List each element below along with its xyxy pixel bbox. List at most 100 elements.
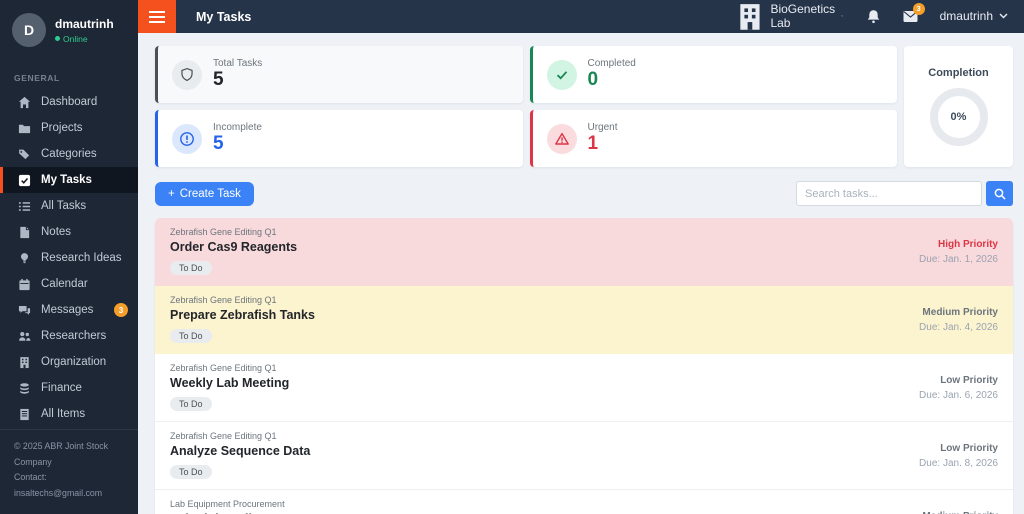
task-row[interactable]: Zebrafish Gene Editing Q1 Analyze Sequenc… <box>155 422 1013 490</box>
chat-icon <box>17 303 31 317</box>
stat-label: Total Tasks <box>213 58 263 70</box>
hamburger-icon <box>149 10 165 23</box>
sidebar-item-label: Researchers <box>41 330 107 342</box>
user-menu[interactable]: dmautrinh <box>940 9 1008 23</box>
messages-count-badge: 3 <box>114 303 128 317</box>
sidebar-item-categories[interactable]: Categories <box>0 141 138 167</box>
sidebar-item-label: Categories <box>41 148 97 160</box>
task-project-label: Zebrafish Gene Editing Q1 <box>170 227 277 237</box>
stat-value: 5 <box>213 133 224 155</box>
users-icon <box>17 329 31 343</box>
search-button[interactable] <box>986 181 1013 206</box>
tags-icon <box>17 147 31 161</box>
task-title: Weekly Lab Meeting <box>170 376 290 390</box>
note-icon <box>17 225 31 239</box>
notifications-bell-button[interactable] <box>866 9 881 24</box>
sidebar-item-label: Notes <box>41 226 72 238</box>
sidebar-item-label: Organization <box>41 356 107 368</box>
sidebar-item-research-ideas[interactable]: Research Ideas <box>0 245 138 271</box>
stat-card-completed: Completed 0 <box>529 46 897 103</box>
sidebar-item-my-tasks[interactable]: My Tasks <box>0 167 138 193</box>
task-priority-label: Medium Priority <box>922 306 998 318</box>
sidebar-item-all-items[interactable]: All Items <box>0 401 138 427</box>
sidebar-item-all-tasks[interactable]: All Tasks <box>0 193 138 219</box>
task-due-date: Due: Jan. 8, 2026 <box>919 457 998 469</box>
building-icon <box>739 3 760 30</box>
stat-value: 1 <box>587 133 599 155</box>
stat-label: Completed <box>587 58 636 70</box>
hamburger-menu-button[interactable] <box>138 0 176 33</box>
task-project-label: Lab Equipment Procurement <box>170 499 285 509</box>
sidebar-item-messages[interactable]: Messages 3 <box>0 297 138 323</box>
plus-icon: + <box>168 187 175 200</box>
sidebar-item-label: All Items <box>41 408 86 420</box>
sidebar-item-organization[interactable]: Organization <box>0 349 138 375</box>
messages-mail-button[interactable]: 3 <box>903 2 925 24</box>
chevron-down-icon <box>841 15 844 18</box>
stat-card-urgent: Urgent 1 <box>529 110 897 167</box>
task-project-label: Zebrafish Gene Editing Q1 <box>170 295 277 305</box>
sidebar-item-projects[interactable]: Projects <box>0 115 138 141</box>
task-list: Zebrafish Gene Editing Q1 Order Cas9 Reag… <box>155 218 1013 514</box>
task-due-date: Due: Jan. 4, 2026 <box>919 321 998 333</box>
stat-value: 0 <box>587 69 599 91</box>
task-title: Order Cas9 Reagents <box>170 240 298 254</box>
task-status-badge: To Do <box>170 329 212 343</box>
stat-value: 5 <box>213 69 224 91</box>
online-status-dot <box>55 36 60 41</box>
task-priority-label: Medium Priority <box>913 511 998 514</box>
task-priority-label: Low Priority <box>940 374 998 386</box>
search-input[interactable] <box>796 181 982 206</box>
sidebar-section-label: GENERAL <box>14 73 60 83</box>
sidebar-item-label: Messages <box>41 304 94 316</box>
page-title: My Tasks <box>196 9 252 24</box>
task-row[interactable]: Zebrafish Gene Editing Q1 Order Cas9 Reag… <box>155 218 1013 286</box>
create-task-label: Create Task <box>179 187 241 200</box>
sidebar-item-label: Calendar <box>41 278 88 290</box>
stat-card-total-tasks: Total Tasks 5 <box>155 46 523 103</box>
task-row[interactable]: Zebrafish Gene Editing Q1 Prepare Zebrafi… <box>155 286 1013 354</box>
task-priority-label: Low Priority <box>940 442 998 454</box>
sidebar-item-label: Research Ideas <box>41 252 122 264</box>
completion-title: Completion <box>928 67 989 79</box>
sidebar-item-finance[interactable]: Finance <box>0 375 138 401</box>
completion-donut: 0% <box>929 88 988 146</box>
task-status-badge: To Do <box>170 261 212 275</box>
mail-badge: 3 <box>912 2 925 15</box>
organization-selector[interactable]: BioGenetics Lab <box>735 2 844 32</box>
chevron-down-icon <box>999 13 1008 19</box>
info-circle-icon <box>180 131 194 146</box>
task-due-date: Due: Jan. 6, 2026 <box>919 389 998 401</box>
sidebar-item-calendar[interactable]: Calendar <box>0 271 138 297</box>
sidebar-item-label: All Tasks <box>41 200 87 212</box>
task-project-label: Zebrafish Gene Editing Q1 <box>170 363 277 373</box>
sidebar-item-researchers[interactable]: Researchers <box>0 323 138 349</box>
warning-icon <box>554 132 569 145</box>
sidebar-item-notes[interactable]: Notes <box>0 219 138 245</box>
task-row[interactable]: Lab Equipment ProcurementSchedule Delive… <box>155 490 1013 514</box>
task-title: Analyze Sequence Data <box>170 444 311 458</box>
folder-icon <box>17 121 31 135</box>
sidebar-username: dmautrinh <box>55 16 114 31</box>
search-icon <box>994 188 1006 200</box>
sidebar-user-block[interactable]: D dmautrinh Online <box>0 0 138 59</box>
avatar: D <box>12 13 46 47</box>
list-icon <box>17 199 31 213</box>
sidebar-item-label: Finance <box>41 382 82 394</box>
bell-icon <box>867 10 879 24</box>
archive-icon <box>17 407 31 421</box>
topbar-username: dmautrinh <box>939 9 993 24</box>
check-square-icon <box>17 173 31 187</box>
sidebar-item-dashboard[interactable]: Dashboard <box>0 89 138 115</box>
sidebar-footer: © 2025 ABR Joint Stock Company Contact: … <box>0 428 138 514</box>
create-task-button[interactable]: + Create Task <box>155 181 254 206</box>
task-row[interactable]: Zebrafish Gene Editing Q1 Weekly Lab Meet… <box>155 354 1013 422</box>
organization-name: BioGenetics Lab <box>770 2 836 31</box>
task-priority-label: High Priority <box>937 238 998 250</box>
check-circle-icon <box>556 70 567 79</box>
task-project-label: Zebrafish Gene Editing Q1 <box>170 431 277 441</box>
main-content: Total Tasks 5 Completed 0 Incomplete 5 U… <box>138 33 1024 514</box>
sidebar-item-label: Projects <box>41 122 83 134</box>
stat-label: Urgent <box>587 122 618 134</box>
shield-icon <box>181 67 193 81</box>
